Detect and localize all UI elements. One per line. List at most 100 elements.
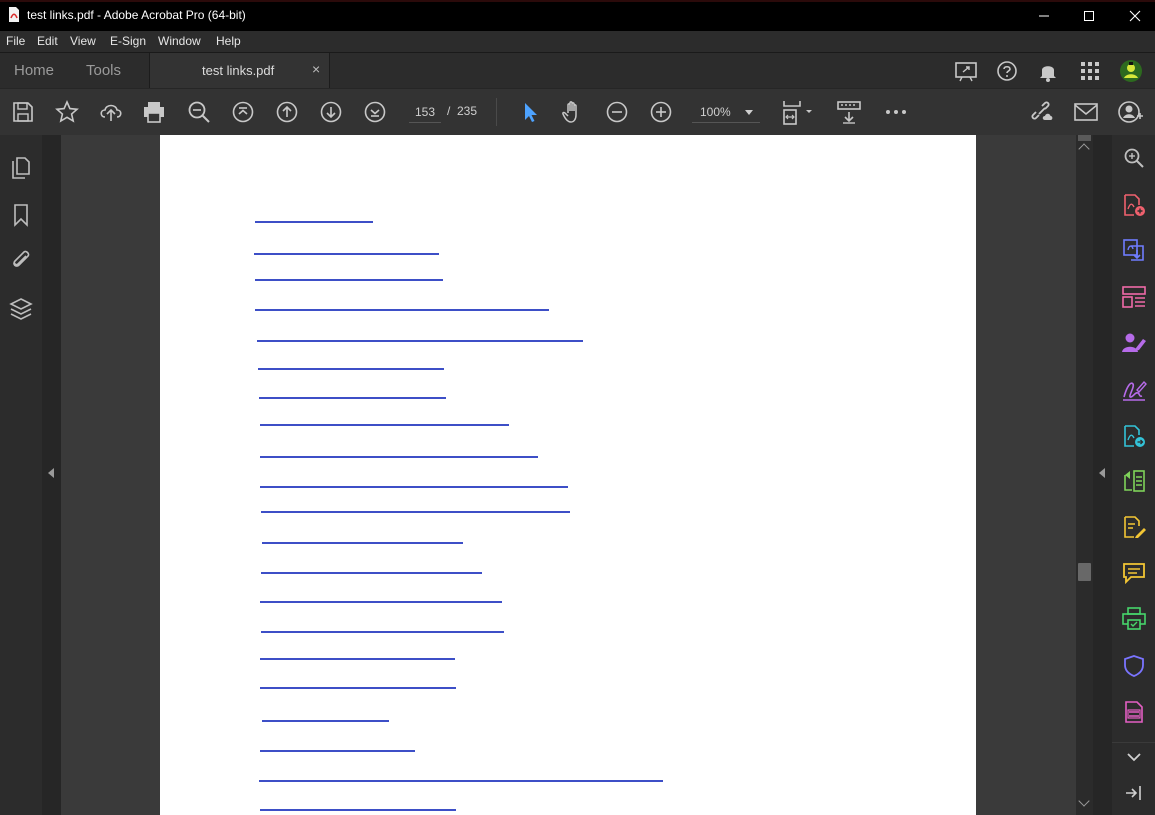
layers-button[interactable]: [8, 296, 34, 322]
next-page-button[interactable]: [318, 99, 344, 125]
tab-bar: Home Tools test links.pdf ×: [0, 52, 1155, 89]
share-screen-button[interactable]: [953, 58, 979, 84]
compare-files-icon: [1124, 470, 1145, 492]
hyperlink-underline[interactable]: [260, 658, 455, 660]
fill-sign-button[interactable]: [1121, 377, 1147, 403]
menu-view[interactable]: View: [70, 34, 96, 48]
apps-button[interactable]: [1077, 58, 1103, 84]
zoom-out-icon: [606, 101, 628, 123]
menu-file[interactable]: File: [6, 34, 25, 48]
hyperlink-underline[interactable]: [258, 368, 444, 370]
zoom-in-button[interactable]: [648, 99, 674, 125]
hyperlink-underline[interactable]: [261, 511, 570, 513]
create-pdf-icon: [1124, 194, 1145, 216]
search-tool-button[interactable]: [1121, 145, 1147, 171]
account-button[interactable]: [1118, 99, 1144, 125]
maximize-button[interactable]: [1066, 0, 1112, 31]
cloud-upload-icon: [100, 104, 122, 121]
total-pages: 235: [457, 104, 478, 118]
user-avatar-button[interactable]: [1118, 58, 1144, 84]
more-tools-expand-button[interactable]: [1121, 744, 1147, 770]
close-tab-icon[interactable]: ×: [312, 61, 320, 77]
compare-files-button[interactable]: [1121, 468, 1147, 494]
menu-edit[interactable]: Edit: [37, 34, 58, 48]
comment-button[interactable]: [1121, 560, 1147, 586]
left-navigation-panel: [0, 135, 42, 815]
hyperlink-underline[interactable]: [262, 720, 389, 722]
upload-cloud-button[interactable]: [98, 99, 124, 125]
hyperlink-underline[interactable]: [260, 809, 456, 811]
fit-page-button[interactable]: [781, 99, 817, 125]
pdf-document-button[interactable]: [1121, 699, 1147, 725]
zoom-dropdown-caret-icon: [745, 110, 753, 115]
tab-tools[interactable]: Tools: [86, 62, 121, 79]
print-button[interactable]: [141, 99, 167, 125]
left-panel-toggle[interactable]: [42, 135, 61, 815]
previous-page-button[interactable]: [274, 99, 300, 125]
scroll-thumb[interactable]: [1078, 563, 1091, 581]
last-page-button[interactable]: [362, 99, 388, 125]
tab-document[interactable]: test links.pdf ×: [149, 53, 330, 89]
menu-window[interactable]: Window: [158, 34, 201, 48]
menu-help[interactable]: Help: [216, 34, 241, 48]
send-for-review-button[interactable]: [1121, 423, 1147, 449]
hyperlink-underline[interactable]: [260, 486, 568, 488]
attachments-button[interactable]: [8, 247, 34, 273]
print-production-button[interactable]: [1121, 606, 1147, 632]
minimize-button[interactable]: [1021, 0, 1067, 31]
email-button[interactable]: [1073, 99, 1099, 125]
tab-home[interactable]: Home: [14, 62, 54, 79]
protect-button[interactable]: [1121, 653, 1147, 679]
organize-pages-button[interactable]: [1121, 284, 1147, 310]
create-pdf-button[interactable]: [1121, 192, 1147, 218]
edit-pdf-button[interactable]: [1121, 514, 1147, 540]
hyperlink-underline[interactable]: [257, 340, 583, 342]
hyperlink-underline[interactable]: [260, 687, 456, 689]
find-button[interactable]: [186, 99, 212, 125]
bookmarks-button[interactable]: [8, 202, 34, 228]
save-button[interactable]: [10, 99, 36, 125]
select-tool-button[interactable]: [517, 99, 543, 125]
expand-panel-button[interactable]: [1121, 780, 1147, 806]
first-page-button[interactable]: [230, 99, 256, 125]
more-tools-button[interactable]: [883, 99, 909, 125]
hyperlink-underline[interactable]: [260, 601, 502, 603]
zoom-level-select[interactable]: 100%: [692, 101, 760, 123]
hyperlink-underline[interactable]: [261, 631, 504, 633]
current-page-input[interactable]: 153: [409, 101, 441, 123]
request-signature-button[interactable]: [1121, 330, 1147, 356]
hyperlink-underline[interactable]: [261, 572, 482, 574]
share-link-button[interactable]: [1029, 99, 1055, 125]
hyperlink-underline[interactable]: [255, 221, 373, 223]
scroll-down-arrow-icon[interactable]: [1078, 795, 1090, 807]
print-production-icon: [1122, 607, 1146, 630]
bookmark-star-button[interactable]: [54, 99, 80, 125]
hyperlink-underline[interactable]: [255, 309, 549, 311]
export-pdf-button[interactable]: [1121, 237, 1147, 263]
hyperlink-underline[interactable]: [260, 456, 538, 458]
document-tab-label: test links.pdf: [202, 63, 275, 78]
scrolling-mode-button[interactable]: [836, 99, 862, 125]
hyperlink-underline[interactable]: [259, 780, 663, 782]
scroll-up-arrow-icon[interactable]: [1078, 143, 1090, 155]
edit-pdf-icon: [1124, 516, 1146, 538]
vertical-scrollbar[interactable]: [1076, 135, 1093, 815]
notifications-button[interactable]: [1035, 58, 1061, 84]
hyperlink-underline[interactable]: [259, 397, 446, 399]
page-thumbnails-button[interactable]: [8, 155, 34, 181]
help-button[interactable]: [994, 58, 1020, 84]
menu-esign[interactable]: E-Sign: [110, 34, 146, 48]
close-window-button[interactable]: [1112, 0, 1155, 31]
more-icon: [886, 110, 906, 114]
document-viewport[interactable]: [61, 135, 1076, 815]
hyperlink-underline[interactable]: [255, 279, 443, 281]
right-panel-toggle[interactable]: [1093, 135, 1112, 815]
zoom-out-button[interactable]: [604, 99, 630, 125]
collapse-arrow-icon: [48, 468, 54, 478]
hyperlink-underline[interactable]: [254, 253, 439, 255]
hyperlink-underline[interactable]: [262, 542, 463, 544]
hand-tool-button[interactable]: [560, 99, 586, 125]
hyperlink-underline[interactable]: [260, 424, 509, 426]
hyperlink-underline[interactable]: [260, 750, 415, 752]
scroll-top-marker: [1078, 135, 1091, 141]
